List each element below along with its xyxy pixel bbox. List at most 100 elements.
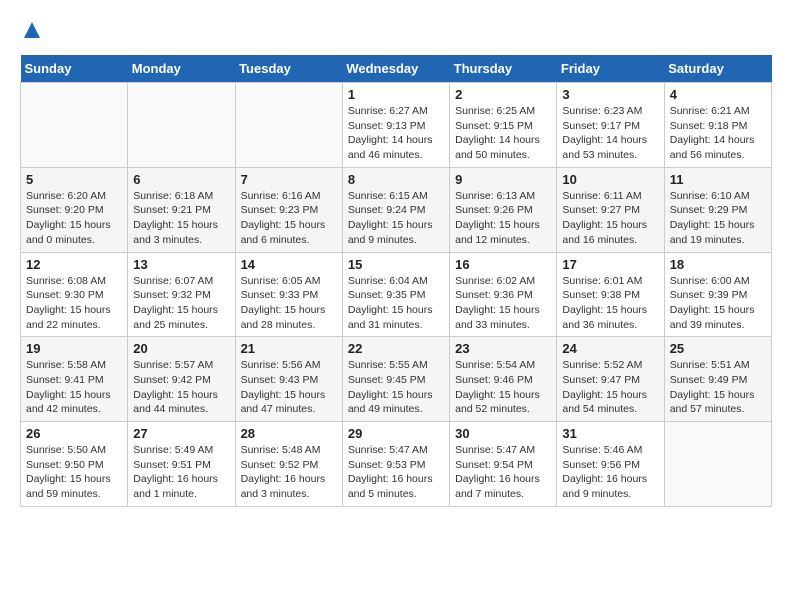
logo-text	[20, 20, 42, 45]
weekday-header-wednesday: Wednesday	[342, 55, 449, 83]
day-info: Sunrise: 5:55 AMSunset: 9:45 PMDaylight:…	[348, 358, 444, 417]
calendar-day-1: 1Sunrise: 6:27 AMSunset: 9:13 PMDaylight…	[342, 83, 449, 168]
calendar-week-row: 19 Sunrise: 5:58 AMSunset: 9:41 PMDayligh…	[21, 337, 772, 422]
weekday-header-saturday: Saturday	[664, 55, 771, 83]
calendar-week-row: 1Sunrise: 6:27 AMSunset: 9:13 PMDaylight…	[21, 83, 772, 168]
day-info: Sunrise: 6:16 AMSunset: 9:23 PMDaylight:…	[241, 189, 337, 248]
calendar-day-23: 23 Sunrise: 5:54 AMSunset: 9:46 PMDayligh…	[450, 337, 557, 422]
calendar-day-31: 31 Sunrise: 5:46 AMSunset: 9:56 PMDayligh…	[557, 422, 664, 507]
day-info: Sunrise: 6:11 AMSunset: 9:27 PMDaylight:…	[562, 189, 658, 248]
logo-icon	[22, 20, 42, 40]
day-info: Sunrise: 5:58 AMSunset: 9:41 PMDaylight:…	[26, 358, 122, 417]
day-info: Sunrise: 6:04 AMSunset: 9:35 PMDaylight:…	[348, 274, 444, 333]
calendar-day-7: 7 Sunrise: 6:16 AMSunset: 9:23 PMDaylight…	[235, 167, 342, 252]
day-number: 31	[562, 426, 658, 441]
day-number: 10	[562, 172, 658, 187]
day-number: 26	[26, 426, 122, 441]
calendar-day-5: 5Sunrise: 6:20 AMSunset: 9:20 PMDaylight…	[21, 167, 128, 252]
calendar-day-3: 3 Sunrise: 6:23 AMSunset: 9:17 PMDaylight…	[557, 83, 664, 168]
calendar-day-12: 12Sunrise: 6:08 AMSunset: 9:30 PMDayligh…	[21, 252, 128, 337]
calendar-week-row: 5Sunrise: 6:20 AMSunset: 9:20 PMDaylight…	[21, 167, 772, 252]
calendar-day-18: 18 Sunrise: 6:00 AMSunset: 9:39 PMDayligh…	[664, 252, 771, 337]
day-info: Sunrise: 6:01 AMSunset: 9:38 PMDaylight:…	[562, 274, 658, 333]
day-number: 25	[670, 341, 766, 356]
calendar-day-8: 8 Sunrise: 6:15 AMSunset: 9:24 PMDaylight…	[342, 167, 449, 252]
day-number: 29	[348, 426, 444, 441]
day-number: 13	[133, 257, 229, 272]
day-number: 20	[133, 341, 229, 356]
day-info: Sunrise: 6:07 AMSunset: 9:32 PMDaylight:…	[133, 274, 229, 333]
day-info: Sunrise: 5:48 AMSunset: 9:52 PMDaylight:…	[241, 443, 337, 502]
day-info: Sunrise: 5:47 AMSunset: 9:53 PMDaylight:…	[348, 443, 444, 502]
day-number: 7	[241, 172, 337, 187]
day-info: Sunrise: 5:50 AMSunset: 9:50 PMDaylight:…	[26, 443, 122, 502]
calendar-week-row: 26 Sunrise: 5:50 AMSunset: 9:50 PMDayligh…	[21, 422, 772, 507]
calendar-day-empty	[235, 83, 342, 168]
logo	[20, 20, 42, 45]
calendar-day-9: 9 Sunrise: 6:13 AMSunset: 9:26 PMDaylight…	[450, 167, 557, 252]
day-info: Sunrise: 6:05 AMSunset: 9:33 PMDaylight:…	[241, 274, 337, 333]
calendar-day-empty	[664, 422, 771, 507]
day-number: 16	[455, 257, 551, 272]
calendar-day-empty	[21, 83, 128, 168]
calendar-day-28: 28 Sunrise: 5:48 AMSunset: 9:52 PMDayligh…	[235, 422, 342, 507]
calendar-day-empty	[128, 83, 235, 168]
calendar-day-4: 4 Sunrise: 6:21 AMSunset: 9:18 PMDaylight…	[664, 83, 771, 168]
day-number: 22	[348, 341, 444, 356]
day-info: Sunrise: 6:13 AMSunset: 9:26 PMDaylight:…	[455, 189, 551, 248]
calendar-day-6: 6 Sunrise: 6:18 AMSunset: 9:21 PMDaylight…	[128, 167, 235, 252]
day-number: 14	[241, 257, 337, 272]
day-number: 30	[455, 426, 551, 441]
day-info: Sunrise: 6:15 AMSunset: 9:24 PMDaylight:…	[348, 189, 444, 248]
calendar-table: SundayMondayTuesdayWednesdayThursdayFrid…	[20, 55, 772, 507]
day-number: 23	[455, 341, 551, 356]
calendar-day-2: 2Sunrise: 6:25 AMSunset: 9:15 PMDaylight…	[450, 83, 557, 168]
day-number: 11	[670, 172, 766, 187]
day-info: Sunrise: 6:00 AMSunset: 9:39 PMDaylight:…	[670, 274, 766, 333]
day-number: 17	[562, 257, 658, 272]
calendar-day-10: 10 Sunrise: 6:11 AMSunset: 9:27 PMDayligh…	[557, 167, 664, 252]
calendar-day-25: 25 Sunrise: 5:51 AMSunset: 9:49 PMDayligh…	[664, 337, 771, 422]
calendar-day-30: 30 Sunrise: 5:47 AMSunset: 9:54 PMDayligh…	[450, 422, 557, 507]
day-number: 19	[26, 341, 122, 356]
day-number: 6	[133, 172, 229, 187]
calendar-day-27: 27Sunrise: 5:49 AMSunset: 9:51 PMDayligh…	[128, 422, 235, 507]
day-info: Sunrise: 6:08 AMSunset: 9:30 PMDaylight:…	[26, 274, 122, 333]
weekday-header-thursday: Thursday	[450, 55, 557, 83]
day-number: 1	[348, 87, 444, 102]
weekday-header-sunday: Sunday	[21, 55, 128, 83]
calendar-day-15: 15 Sunrise: 6:04 AMSunset: 9:35 PMDayligh…	[342, 252, 449, 337]
day-number: 15	[348, 257, 444, 272]
day-number: 3	[562, 87, 658, 102]
day-info: Sunrise: 5:51 AMSunset: 9:49 PMDaylight:…	[670, 358, 766, 417]
calendar-day-16: 16 Sunrise: 6:02 AMSunset: 9:36 PMDayligh…	[450, 252, 557, 337]
weekday-header-monday: Monday	[128, 55, 235, 83]
day-number: 24	[562, 341, 658, 356]
day-number: 8	[348, 172, 444, 187]
day-info: Sunrise: 6:18 AMSunset: 9:21 PMDaylight:…	[133, 189, 229, 248]
day-info: Sunrise: 5:47 AMSunset: 9:54 PMDaylight:…	[455, 443, 551, 502]
calendar-day-13: 13 Sunrise: 6:07 AMSunset: 9:32 PMDayligh…	[128, 252, 235, 337]
day-info: Sunrise: 6:02 AMSunset: 9:36 PMDaylight:…	[455, 274, 551, 333]
weekday-header-tuesday: Tuesday	[235, 55, 342, 83]
calendar-day-17: 17 Sunrise: 6:01 AMSunset: 9:38 PMDayligh…	[557, 252, 664, 337]
calendar-day-21: 21Sunrise: 5:56 AMSunset: 9:43 PMDayligh…	[235, 337, 342, 422]
calendar-day-19: 19 Sunrise: 5:58 AMSunset: 9:41 PMDayligh…	[21, 337, 128, 422]
calendar-day-24: 24Sunrise: 5:52 AMSunset: 9:47 PMDayligh…	[557, 337, 664, 422]
day-info: Sunrise: 6:21 AMSunset: 9:18 PMDaylight:…	[670, 104, 766, 163]
weekday-header-friday: Friday	[557, 55, 664, 83]
day-info: Sunrise: 5:54 AMSunset: 9:46 PMDaylight:…	[455, 358, 551, 417]
calendar-day-26: 26 Sunrise: 5:50 AMSunset: 9:50 PMDayligh…	[21, 422, 128, 507]
day-info: Sunrise: 6:23 AMSunset: 9:17 PMDaylight:…	[562, 104, 658, 163]
calendar-day-20: 20 Sunrise: 5:57 AMSunset: 9:42 PMDayligh…	[128, 337, 235, 422]
day-number: 28	[241, 426, 337, 441]
day-number: 9	[455, 172, 551, 187]
day-number: 18	[670, 257, 766, 272]
day-info: Sunrise: 5:46 AMSunset: 9:56 PMDaylight:…	[562, 443, 658, 502]
day-info: Sunrise: 6:20 AMSunset: 9:20 PMDaylight:…	[26, 189, 122, 248]
day-number: 21	[241, 341, 337, 356]
calendar-week-row: 12Sunrise: 6:08 AMSunset: 9:30 PMDayligh…	[21, 252, 772, 337]
day-info: Sunrise: 6:10 AMSunset: 9:29 PMDaylight:…	[670, 189, 766, 248]
day-number: 4	[670, 87, 766, 102]
day-info: Sunrise: 5:57 AMSunset: 9:42 PMDaylight:…	[133, 358, 229, 417]
